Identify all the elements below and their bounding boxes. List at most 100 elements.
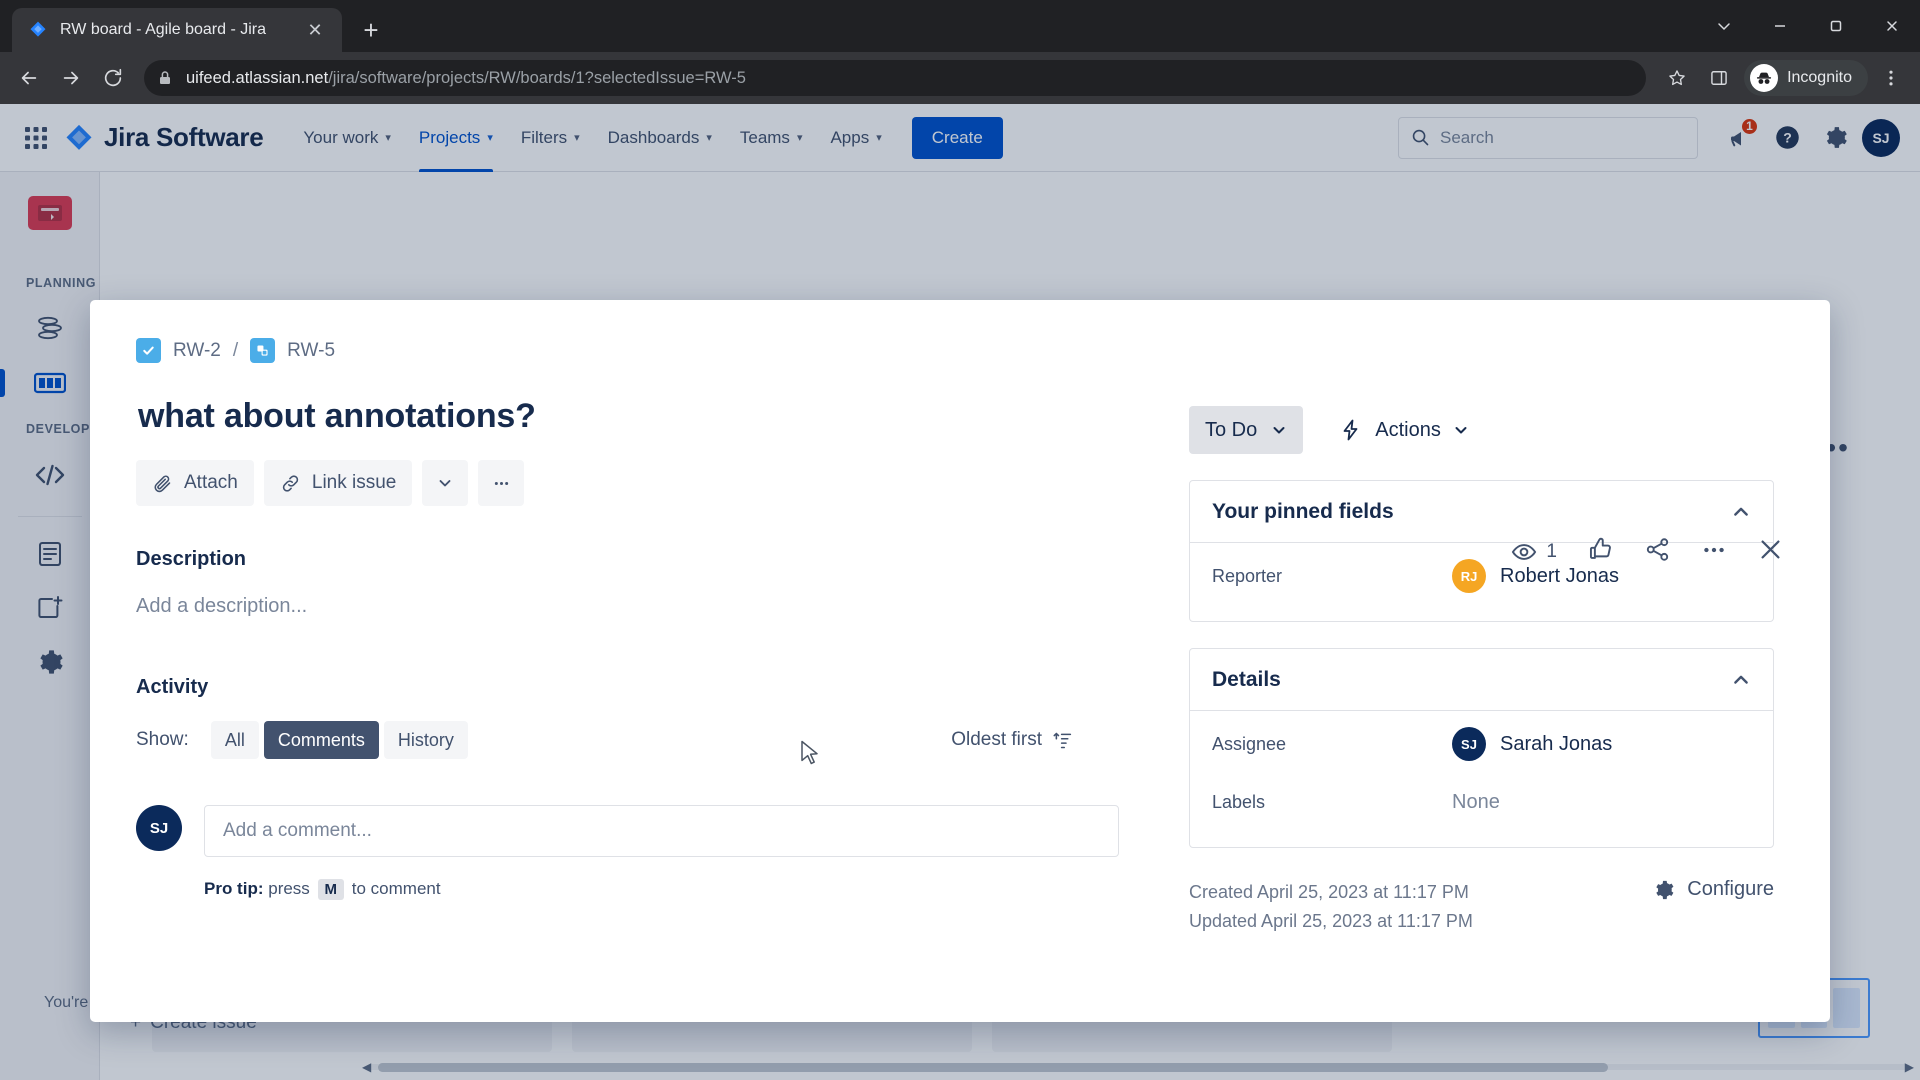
forward-arrow-icon[interactable] xyxy=(52,59,90,97)
side-panel-icon[interactable] xyxy=(1700,59,1738,97)
url-text: uifeed.atlassian.net/jira/software/proje… xyxy=(186,69,746,88)
eye-icon xyxy=(1512,544,1537,560)
add-comment-row: SJ Add a comment... Pro tip: press M to … xyxy=(136,805,1157,900)
jira-app: Jira Software Your work ▾ Projects ▾ Fil… xyxy=(0,104,1920,1080)
assignee-name: Sarah Jonas xyxy=(1500,732,1613,755)
browser-tab[interactable]: RW board - Agile board - Jira ✕ xyxy=(12,8,342,52)
window-close-icon[interactable] xyxy=(1864,0,1920,52)
chevron-down-icon xyxy=(1273,427,1285,434)
incognito-label: Incognito xyxy=(1787,69,1852,86)
issue-meta: Created April 25, 2023 at 11:17 PM Updat… xyxy=(1189,878,1774,936)
field-value[interactable]: SJ Sarah Jonas xyxy=(1452,727,1612,761)
modal-close-button[interactable] xyxy=(1757,536,1784,568)
address-bar[interactable]: uifeed.atlassian.net/jira/software/proje… xyxy=(144,60,1647,96)
tab-comments[interactable]: Comments xyxy=(263,721,379,759)
chevron-down-icon xyxy=(439,480,451,487)
share-button[interactable] xyxy=(1644,536,1671,568)
description-input[interactable]: Add a description... xyxy=(136,595,1157,618)
actions-label: Actions xyxy=(1375,418,1441,441)
activity-show-label: Show: xyxy=(136,729,189,750)
breadcrumb-parent-key[interactable]: RW-2 xyxy=(173,340,221,362)
field-row-labels: Labels None xyxy=(1212,773,1751,831)
description-heading: Description xyxy=(136,548,247,570)
attach-button[interactable]: Attach xyxy=(136,460,254,506)
more-actions-dropdown-button[interactable] xyxy=(422,460,469,506)
chevron-up-icon[interactable] xyxy=(1731,670,1751,690)
mouse-cursor xyxy=(801,740,818,765)
field-label: Reporter xyxy=(1212,565,1283,586)
tab-title: RW board - Agile board - Jira xyxy=(60,21,267,38)
watch-button[interactable]: 1 xyxy=(1511,539,1557,565)
task-type-icon xyxy=(136,338,161,363)
three-dot-menu-icon xyxy=(1704,547,1724,552)
field-row-assignee: Assignee SJ Sarah Jonas xyxy=(1212,715,1751,773)
chevron-down-icon xyxy=(1455,427,1467,434)
like-button[interactable] xyxy=(1587,536,1614,568)
link-issue-label: Link issue xyxy=(311,472,397,493)
details-body: Assignee SJ Sarah Jonas Labels None xyxy=(1190,711,1773,847)
pro-tip: Pro tip: press M to comment xyxy=(204,879,1119,900)
close-icon xyxy=(1761,540,1780,559)
status-dropdown[interactable]: To Do xyxy=(1189,406,1304,454)
watch-count: 1 xyxy=(1546,541,1557,562)
configure-label: Configure xyxy=(1687,878,1774,900)
modal-inner: RW-2 / RW-5 what about annotations? Atta… xyxy=(90,300,1830,1022)
modal-header-actions: 1 xyxy=(1511,536,1784,568)
field-label: Assignee xyxy=(1212,733,1287,754)
status-row: To Do Actions xyxy=(1189,406,1774,454)
pro-tip-suffix: to comment xyxy=(351,879,441,898)
pinned-fields-header[interactable]: Your pinned fields xyxy=(1190,481,1773,543)
incognito-icon xyxy=(1750,64,1779,92)
labels-value[interactable]: None xyxy=(1452,791,1500,814)
issue-title[interactable]: what about annotations? xyxy=(138,397,1157,436)
breadcrumb-separator: / xyxy=(232,339,239,361)
reload-icon[interactable] xyxy=(94,59,132,97)
attach-label: Attach xyxy=(184,472,238,493)
tab-close-icon[interactable]: ✕ xyxy=(302,17,328,43)
incognito-indicator[interactable]: Incognito xyxy=(1744,60,1868,96)
tab-search-chevron-down-icon[interactable] xyxy=(1696,0,1752,52)
comment-input[interactable]: Add a comment... xyxy=(204,805,1119,857)
comment-column: Add a comment... Pro tip: press M to com… xyxy=(204,805,1119,900)
assignee-avatar: SJ xyxy=(1452,727,1486,761)
breadcrumb-current-key[interactable]: RW-5 xyxy=(287,340,335,362)
sort-ascending-icon xyxy=(1053,732,1072,748)
status-label: To Do xyxy=(1205,418,1258,441)
browser-toolbar: uifeed.atlassian.net/jira/software/proje… xyxy=(0,52,1920,104)
configure-button[interactable]: Configure xyxy=(1652,878,1774,901)
details-heading: Details xyxy=(1212,667,1281,691)
actions-dropdown[interactable]: Actions xyxy=(1333,406,1475,454)
browser-window: RW board - Agile board - Jira ✕ + uifeed… xyxy=(0,0,1920,1080)
created-date: Created April 25, 2023 at 11:17 PM xyxy=(1189,882,1469,902)
jira-favicon-icon xyxy=(30,21,46,37)
description-section: Description Add a description... xyxy=(136,548,1157,618)
window-controls xyxy=(1696,0,1920,52)
new-tab-button[interactable]: + xyxy=(354,13,388,47)
issue-action-buttons: Attach Link issue xyxy=(136,460,1157,506)
chevron-up-icon[interactable] xyxy=(1731,502,1751,522)
details-card: Details Assignee SJ Sarah Jonas Labels N… xyxy=(1189,648,1774,848)
activity-sort-button[interactable]: Oldest first xyxy=(951,729,1073,751)
pro-tip-press: press xyxy=(268,879,310,898)
details-header[interactable]: Details xyxy=(1190,649,1773,711)
minimize-icon[interactable] xyxy=(1752,0,1808,52)
thumbs-up-icon xyxy=(1589,537,1611,559)
gear-icon xyxy=(1656,880,1674,900)
tab-all[interactable]: All xyxy=(210,721,259,759)
modal-more-menu-button[interactable] xyxy=(1701,537,1727,568)
breadcrumb: RW-2 / RW-5 xyxy=(136,338,335,363)
link-issue-button[interactable]: Link issue xyxy=(263,460,413,506)
lock-icon xyxy=(158,70,174,86)
maximize-icon[interactable] xyxy=(1808,0,1864,52)
activity-heading: Activity xyxy=(136,676,209,698)
three-dot-menu-icon[interactable] xyxy=(1872,59,1910,97)
field-label: Labels xyxy=(1212,791,1266,812)
issue-more-menu-button[interactable] xyxy=(478,460,525,506)
back-arrow-icon[interactable] xyxy=(10,59,48,97)
three-dot-menu-icon xyxy=(494,481,509,485)
tab-history[interactable]: History xyxy=(383,721,468,759)
pro-tip-prefix: Pro tip: xyxy=(204,879,264,898)
lightning-bolt-icon xyxy=(1343,419,1358,441)
star-icon[interactable] xyxy=(1658,59,1696,97)
modal-left-column: RW-2 / RW-5 what about annotations? Atta… xyxy=(136,338,1157,1022)
